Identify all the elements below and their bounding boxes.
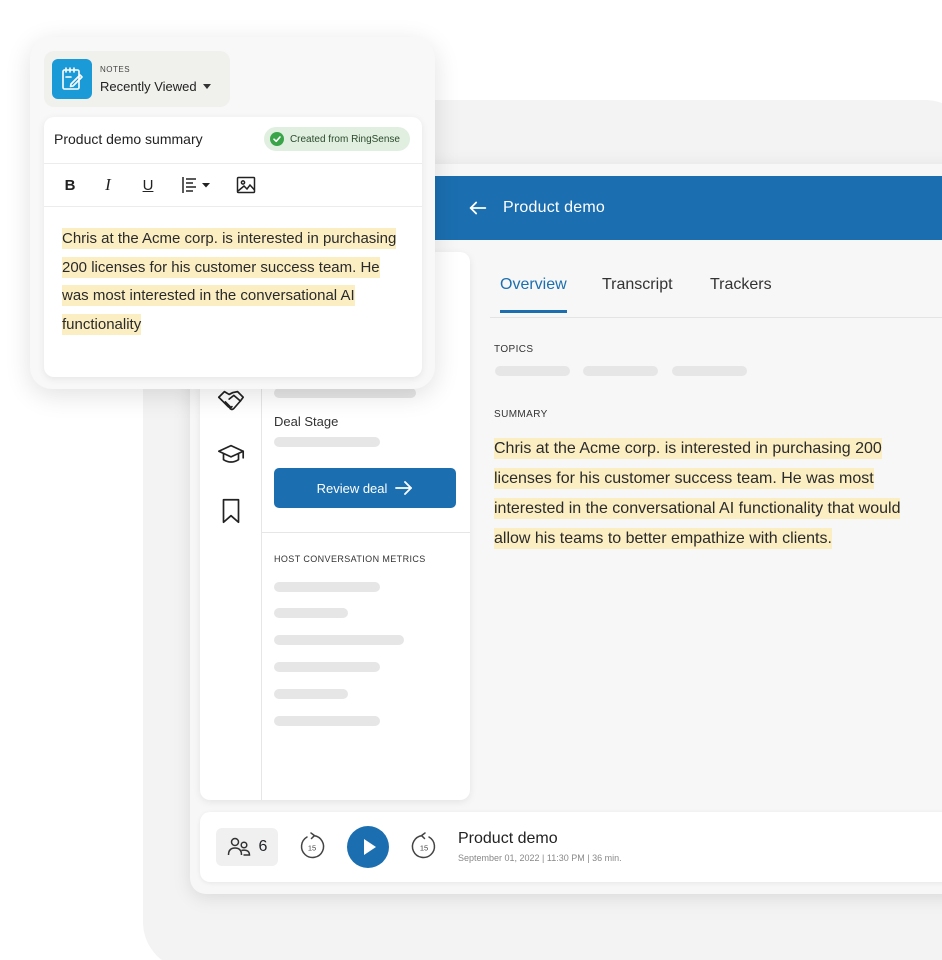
caret-down-icon: [202, 84, 211, 89]
check-circle-icon: [269, 132, 284, 146]
bookmark-icon[interactable]: [216, 496, 246, 526]
skip-forward-label: 15: [420, 844, 428, 853]
tab-bar: Overview Transcript Trackers: [490, 264, 942, 318]
tab-trackers[interactable]: Trackers: [710, 276, 772, 310]
graduation-cap-icon[interactable]: [216, 440, 246, 470]
player-title: Product demo: [458, 830, 558, 847]
player-bar: 6 15 15 Product demo September 01, 2022 …: [200, 812, 942, 882]
play-button[interactable]: [347, 826, 389, 868]
notes-edit-icon: [62, 67, 83, 90]
tab-overview[interactable]: Overview: [500, 276, 567, 313]
people-icon: [227, 837, 250, 856]
handshake-icon[interactable]: [216, 386, 246, 416]
page-title: Product demo: [503, 199, 606, 216]
metrics-section-label: HOST CONVERSATION METRICS: [274, 554, 426, 564]
skip-back-icon[interactable]: 15: [298, 832, 326, 860]
skeleton-line: [274, 437, 380, 447]
player-meta: September 01, 2022 | 11:30 PM | 36 min.: [458, 853, 622, 863]
image-icon: [236, 176, 256, 194]
deal-stage-label: Deal Stage: [274, 414, 339, 429]
italic-button[interactable]: I: [95, 172, 121, 198]
notes-highlight: Chris at the Acme corp. is interested in…: [62, 228, 397, 335]
notes-selector[interactable]: NOTES Recently Viewed: [44, 51, 230, 107]
insert-image-button[interactable]: [233, 172, 259, 198]
dropdown-label: Recently Viewed: [100, 79, 197, 94]
skip-forward-icon[interactable]: 15: [410, 832, 438, 860]
skeleton-line: [274, 635, 404, 645]
topic-chip: [495, 366, 570, 376]
skeleton-line: [274, 582, 380, 592]
editor-toolbar: B I U: [44, 163, 422, 207]
participants-button[interactable]: 6: [216, 828, 278, 866]
notes-body[interactable]: Chris at the Acme corp. is interested in…: [62, 225, 407, 339]
divider: [262, 532, 470, 533]
review-deal-button[interactable]: Review deal: [274, 468, 456, 508]
skip-back-label: 15: [308, 844, 316, 853]
notes-kicker: NOTES: [100, 65, 131, 74]
skeleton-line: [274, 662, 380, 672]
badge-label: Created from RingSense: [289, 133, 400, 145]
recently-viewed-dropdown[interactable]: Recently Viewed: [100, 79, 211, 94]
topic-chip: [583, 366, 658, 376]
app-header: Product demo: [435, 176, 942, 240]
notes-editor: Product demo summary Created from RingSe…: [44, 117, 422, 377]
summary-highlight: Chris at the Acme corp. is interested in…: [494, 438, 901, 549]
play-icon: [364, 839, 376, 855]
review-deal-label: Review deal: [316, 480, 388, 496]
editor-title: Product demo summary: [54, 131, 203, 147]
notes-icon-box: [52, 59, 92, 99]
summary-text: Chris at the Acme corp. is interested in…: [494, 434, 904, 554]
tab-transcript[interactable]: Transcript: [602, 276, 673, 310]
skeleton-line: [274, 716, 380, 726]
arrow-left-icon[interactable]: [467, 197, 489, 219]
skeleton-line: [274, 608, 348, 618]
align-left-icon: [182, 177, 210, 193]
ringsense-badge: Created from RingSense: [263, 127, 410, 151]
participant-count: 6: [258, 838, 268, 855]
bold-button[interactable]: B: [57, 172, 83, 198]
arrow-right-icon: [395, 481, 413, 495]
underline-button[interactable]: U: [135, 172, 161, 198]
notes-panel: NOTES Recently Viewed Product demo summa…: [30, 37, 435, 389]
topic-chip: [672, 366, 747, 376]
align-dropdown[interactable]: [180, 172, 214, 198]
skeleton-line: [274, 689, 348, 699]
skeleton-line: [274, 388, 416, 398]
topics-label: TOPICS: [494, 344, 534, 355]
summary-label: SUMMARY: [494, 409, 548, 420]
